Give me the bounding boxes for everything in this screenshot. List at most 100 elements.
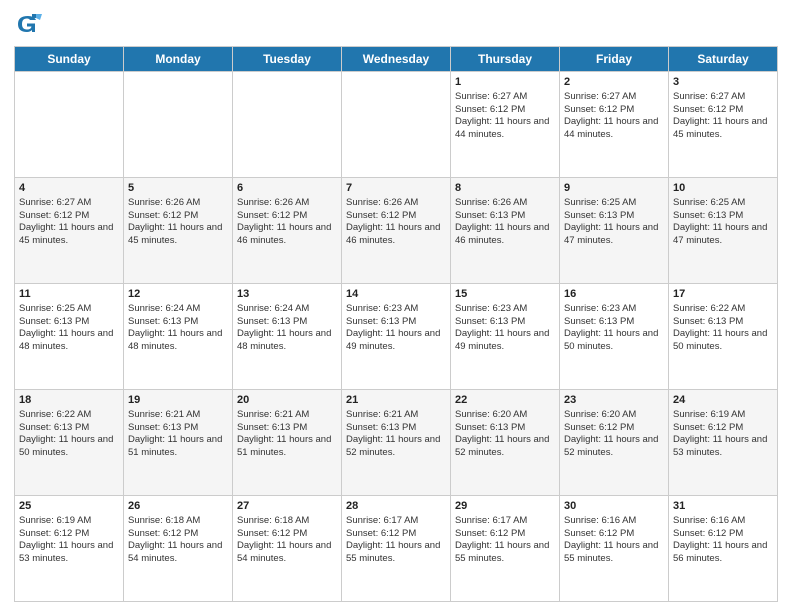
cell-content: 5Sunrise: 6:26 AMSunset: 6:12 PMDaylight… xyxy=(128,181,228,248)
sunset-text: Sunset: 6:13 PM xyxy=(455,210,525,221)
cell-content: 11Sunrise: 6:25 AMSunset: 6:13 PMDayligh… xyxy=(19,287,119,354)
daylight-text: Daylight: 11 hours and 52 minutes. xyxy=(346,434,440,458)
sunrise-text: Sunrise: 6:23 AM xyxy=(455,303,527,314)
sunset-text: Sunset: 6:12 PM xyxy=(128,210,198,221)
calendar-cell: 27Sunrise: 6:18 AMSunset: 6:12 PMDayligh… xyxy=(233,496,342,602)
calendar-cell: 10Sunrise: 6:25 AMSunset: 6:13 PMDayligh… xyxy=(669,178,778,284)
page: SundayMondayTuesdayWednesdayThursdayFrid… xyxy=(0,0,792,612)
sunrise-text: Sunrise: 6:17 AM xyxy=(346,515,418,526)
daylight-text: Daylight: 11 hours and 48 minutes. xyxy=(237,328,331,352)
sunrise-text: Sunrise: 6:26 AM xyxy=(237,197,309,208)
daylight-text: Daylight: 11 hours and 49 minutes. xyxy=(346,328,440,352)
sunrise-text: Sunrise: 6:25 AM xyxy=(673,197,745,208)
logo xyxy=(14,10,46,38)
sunrise-text: Sunrise: 6:27 AM xyxy=(564,91,636,102)
day-number: 14 xyxy=(346,287,446,302)
calendar-cell: 31Sunrise: 6:16 AMSunset: 6:12 PMDayligh… xyxy=(669,496,778,602)
sunset-text: Sunset: 6:12 PM xyxy=(564,104,634,115)
week-row-3: 11Sunrise: 6:25 AMSunset: 6:13 PMDayligh… xyxy=(15,284,778,390)
daylight-text: Daylight: 11 hours and 45 minutes. xyxy=(673,116,767,140)
daylight-text: Daylight: 11 hours and 46 minutes. xyxy=(455,222,549,246)
daylight-text: Daylight: 11 hours and 48 minutes. xyxy=(128,328,222,352)
daylight-text: Daylight: 11 hours and 49 minutes. xyxy=(455,328,549,352)
sunset-text: Sunset: 6:12 PM xyxy=(346,210,416,221)
sunrise-text: Sunrise: 6:22 AM xyxy=(673,303,745,314)
cell-content: 27Sunrise: 6:18 AMSunset: 6:12 PMDayligh… xyxy=(237,499,337,566)
sunrise-text: Sunrise: 6:21 AM xyxy=(237,409,309,420)
day-number: 19 xyxy=(128,393,228,408)
logo-icon xyxy=(14,10,42,38)
day-number: 17 xyxy=(673,287,773,302)
day-number: 16 xyxy=(564,287,664,302)
daylight-text: Daylight: 11 hours and 44 minutes. xyxy=(564,116,658,140)
day-number: 9 xyxy=(564,181,664,196)
daylight-text: Daylight: 11 hours and 52 minutes. xyxy=(455,434,549,458)
day-number: 1 xyxy=(455,75,555,90)
daylight-text: Daylight: 11 hours and 47 minutes. xyxy=(673,222,767,246)
day-number: 20 xyxy=(237,393,337,408)
sunset-text: Sunset: 6:13 PM xyxy=(673,210,743,221)
sunrise-text: Sunrise: 6:27 AM xyxy=(455,91,527,102)
calendar-cell: 17Sunrise: 6:22 AMSunset: 6:13 PMDayligh… xyxy=(669,284,778,390)
sunrise-text: Sunrise: 6:19 AM xyxy=(19,515,91,526)
daylight-text: Daylight: 11 hours and 55 minutes. xyxy=(346,540,440,564)
sunset-text: Sunset: 6:13 PM xyxy=(564,210,634,221)
sunset-text: Sunset: 6:12 PM xyxy=(564,422,634,433)
calendar-cell: 4Sunrise: 6:27 AMSunset: 6:12 PMDaylight… xyxy=(15,178,124,284)
sunset-text: Sunset: 6:13 PM xyxy=(346,422,416,433)
cell-content: 24Sunrise: 6:19 AMSunset: 6:12 PMDayligh… xyxy=(673,393,773,460)
sunrise-text: Sunrise: 6:26 AM xyxy=(128,197,200,208)
sunrise-text: Sunrise: 6:20 AM xyxy=(455,409,527,420)
daylight-text: Daylight: 11 hours and 47 minutes. xyxy=(564,222,658,246)
sunset-text: Sunset: 6:12 PM xyxy=(19,210,89,221)
daylight-text: Daylight: 11 hours and 54 minutes. xyxy=(128,540,222,564)
sunset-text: Sunset: 6:13 PM xyxy=(455,316,525,327)
day-number: 12 xyxy=(128,287,228,302)
cell-content: 14Sunrise: 6:23 AMSunset: 6:13 PMDayligh… xyxy=(346,287,446,354)
calendar-cell: 22Sunrise: 6:20 AMSunset: 6:13 PMDayligh… xyxy=(451,390,560,496)
sunrise-text: Sunrise: 6:24 AM xyxy=(237,303,309,314)
sunrise-text: Sunrise: 6:27 AM xyxy=(19,197,91,208)
calendar-cell: 11Sunrise: 6:25 AMSunset: 6:13 PMDayligh… xyxy=(15,284,124,390)
cell-content: 12Sunrise: 6:24 AMSunset: 6:13 PMDayligh… xyxy=(128,287,228,354)
cell-content: 26Sunrise: 6:18 AMSunset: 6:12 PMDayligh… xyxy=(128,499,228,566)
sunrise-text: Sunrise: 6:23 AM xyxy=(564,303,636,314)
cell-content: 13Sunrise: 6:24 AMSunset: 6:13 PMDayligh… xyxy=(237,287,337,354)
day-number: 11 xyxy=(19,287,119,302)
daylight-text: Daylight: 11 hours and 53 minutes. xyxy=(19,540,113,564)
cell-content: 16Sunrise: 6:23 AMSunset: 6:13 PMDayligh… xyxy=(564,287,664,354)
weekday-wednesday: Wednesday xyxy=(342,47,451,72)
sunrise-text: Sunrise: 6:26 AM xyxy=(455,197,527,208)
day-number: 5 xyxy=(128,181,228,196)
calendar-cell xyxy=(233,72,342,178)
cell-content: 7Sunrise: 6:26 AMSunset: 6:12 PMDaylight… xyxy=(346,181,446,248)
daylight-text: Daylight: 11 hours and 48 minutes. xyxy=(19,328,113,352)
calendar-cell xyxy=(342,72,451,178)
sunset-text: Sunset: 6:12 PM xyxy=(237,528,307,539)
sunset-text: Sunset: 6:12 PM xyxy=(673,528,743,539)
sunrise-text: Sunrise: 6:25 AM xyxy=(19,303,91,314)
sunset-text: Sunset: 6:12 PM xyxy=(346,528,416,539)
calendar-cell: 1Sunrise: 6:27 AMSunset: 6:12 PMDaylight… xyxy=(451,72,560,178)
calendar-cell: 29Sunrise: 6:17 AMSunset: 6:12 PMDayligh… xyxy=(451,496,560,602)
calendar-cell: 15Sunrise: 6:23 AMSunset: 6:13 PMDayligh… xyxy=(451,284,560,390)
calendar-cell: 23Sunrise: 6:20 AMSunset: 6:12 PMDayligh… xyxy=(560,390,669,496)
cell-content: 30Sunrise: 6:16 AMSunset: 6:12 PMDayligh… xyxy=(564,499,664,566)
day-number: 21 xyxy=(346,393,446,408)
weekday-sunday: Sunday xyxy=(15,47,124,72)
cell-content: 6Sunrise: 6:26 AMSunset: 6:12 PMDaylight… xyxy=(237,181,337,248)
cell-content: 1Sunrise: 6:27 AMSunset: 6:12 PMDaylight… xyxy=(455,75,555,142)
day-number: 24 xyxy=(673,393,773,408)
sunset-text: Sunset: 6:12 PM xyxy=(128,528,198,539)
week-row-5: 25Sunrise: 6:19 AMSunset: 6:12 PMDayligh… xyxy=(15,496,778,602)
week-row-4: 18Sunrise: 6:22 AMSunset: 6:13 PMDayligh… xyxy=(15,390,778,496)
calendar-cell: 8Sunrise: 6:26 AMSunset: 6:13 PMDaylight… xyxy=(451,178,560,284)
calendar-cell: 21Sunrise: 6:21 AMSunset: 6:13 PMDayligh… xyxy=(342,390,451,496)
day-number: 23 xyxy=(564,393,664,408)
cell-content: 15Sunrise: 6:23 AMSunset: 6:13 PMDayligh… xyxy=(455,287,555,354)
weekday-tuesday: Tuesday xyxy=(233,47,342,72)
day-number: 18 xyxy=(19,393,119,408)
day-number: 2 xyxy=(564,75,664,90)
calendar-cell: 9Sunrise: 6:25 AMSunset: 6:13 PMDaylight… xyxy=(560,178,669,284)
sunrise-text: Sunrise: 6:18 AM xyxy=(237,515,309,526)
